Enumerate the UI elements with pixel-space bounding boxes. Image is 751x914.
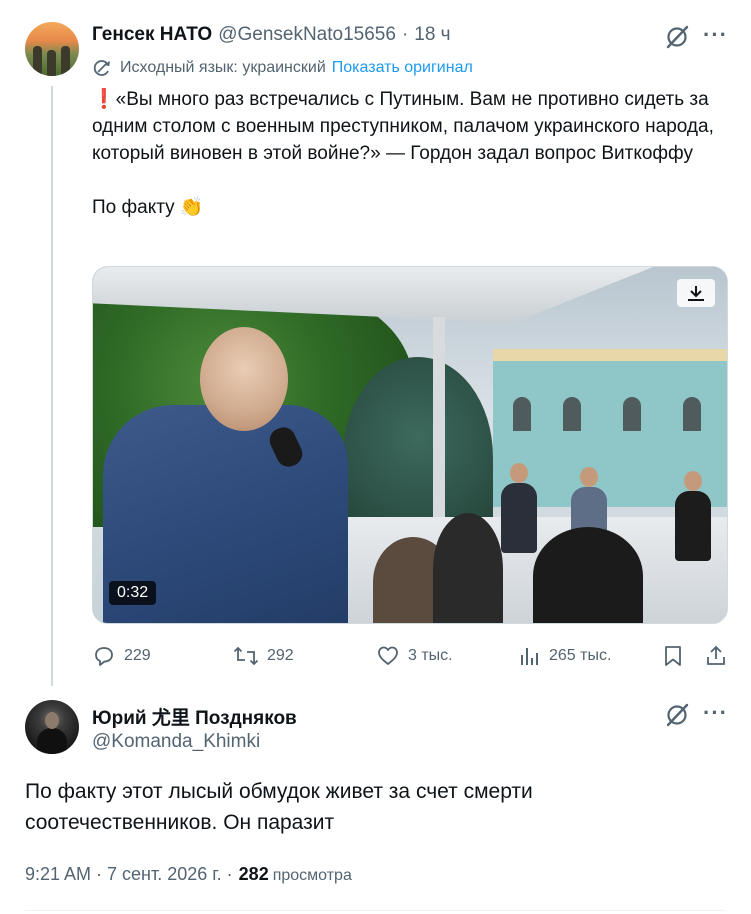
exclamation-icon: ❗ [92,89,116,110]
author-handle[interactable]: @GensekNato15656 [218,24,396,46]
reply-author-handle[interactable]: @Komanda_Khimki [92,731,260,753]
heart-icon [378,646,398,665]
repost-icon [233,646,259,666]
reply-count: 229 [124,647,151,664]
thread-connector-line [51,86,53,686]
divider [25,910,725,911]
tweet-time[interactable]: 18 ч [414,24,450,46]
show-original-link[interactable]: Показать оригинал [332,59,473,77]
translate-icon [93,60,110,76]
video-seated-person [501,463,537,553]
bookmark-icon [665,646,681,666]
views-button[interactable]: 265 тыс. [519,644,611,668]
tweet-body: ❗«Вы много раз встречались с Путиным. Ва… [92,86,732,221]
bookmark-button[interactable] [662,644,692,668]
tweet-actions: 229 292 3 тыс. 265 тыс. [92,644,732,668]
video-speaker-head [200,327,288,431]
reply-views-label: просмотра [272,867,352,884]
views-count: 265 тыс. [549,647,612,664]
reply-author-avatar[interactable] [25,700,79,754]
more-icon[interactable]: ··· [703,22,728,48]
reply-text: По факту этот лысый обмудок живет за сче… [25,780,533,834]
download-button[interactable] [677,279,715,307]
tweet-text-quote: «Вы много раз встречались с Путиным. Вам… [92,89,714,164]
translation-note-row: Исходный язык: украинский Показать ориги… [92,58,473,78]
video-audience [433,513,503,623]
author-name[interactable]: Генсек НАТО [92,24,212,46]
like-count: 3 тыс. [408,647,453,664]
video-seated-person [675,471,711,561]
separator-dot: · [401,24,409,45]
video-truss [433,317,445,517]
reply-author-name[interactable]: Юрий 尤里 Поздняков [92,703,297,730]
video-duration: 0:32 [109,581,157,605]
like-button[interactable]: 3 тыс. [376,644,453,668]
video-player[interactable]: 0:32 [92,266,728,624]
reply-timestamp[interactable]: 9:21 AM · 7 сент. 2026 г. · [25,864,233,885]
author-avatar[interactable] [25,22,79,76]
grok-icon[interactable] [664,702,690,728]
reply-views-count: 282 [238,864,269,884]
reply-icon [95,647,113,666]
share-icon [707,645,725,665]
analytics-icon [521,648,538,665]
more-icon[interactable]: ··· [703,700,728,726]
reply-button[interactable]: 229 [92,644,151,668]
grok-icon[interactable] [664,24,690,50]
translation-source-label: Исходный язык: украинский [120,59,326,76]
tweet-text-comment: По факту 👏 [92,197,204,218]
download-icon [688,286,704,301]
repost-button[interactable]: 292 [233,644,294,668]
tweet-header: Генсек НАТО @GensekNato15656 · 18 ч [92,24,451,46]
repost-count: 292 [267,647,294,664]
video-audience [533,527,643,623]
reply-meta: 9:21 AM · 7 сент. 2026 г. · 282 просмотр… [25,864,352,885]
share-button[interactable] [705,644,735,668]
